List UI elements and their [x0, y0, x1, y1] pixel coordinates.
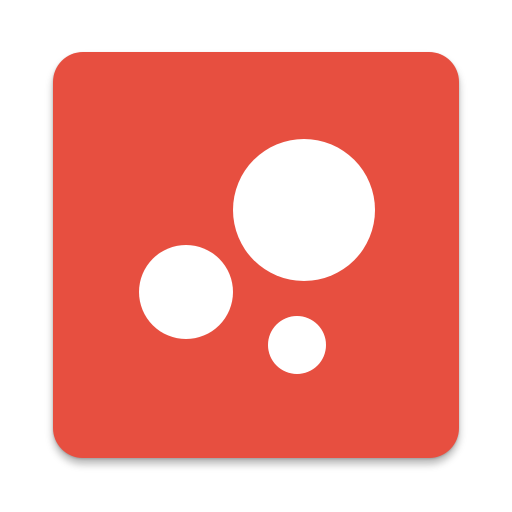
- medium-circle-icon: [139, 245, 233, 339]
- app-icon[interactable]: [53, 52, 459, 458]
- small-circle-icon: [268, 316, 326, 374]
- large-circle-icon: [233, 139, 375, 281]
- canvas: [0, 0, 512, 512]
